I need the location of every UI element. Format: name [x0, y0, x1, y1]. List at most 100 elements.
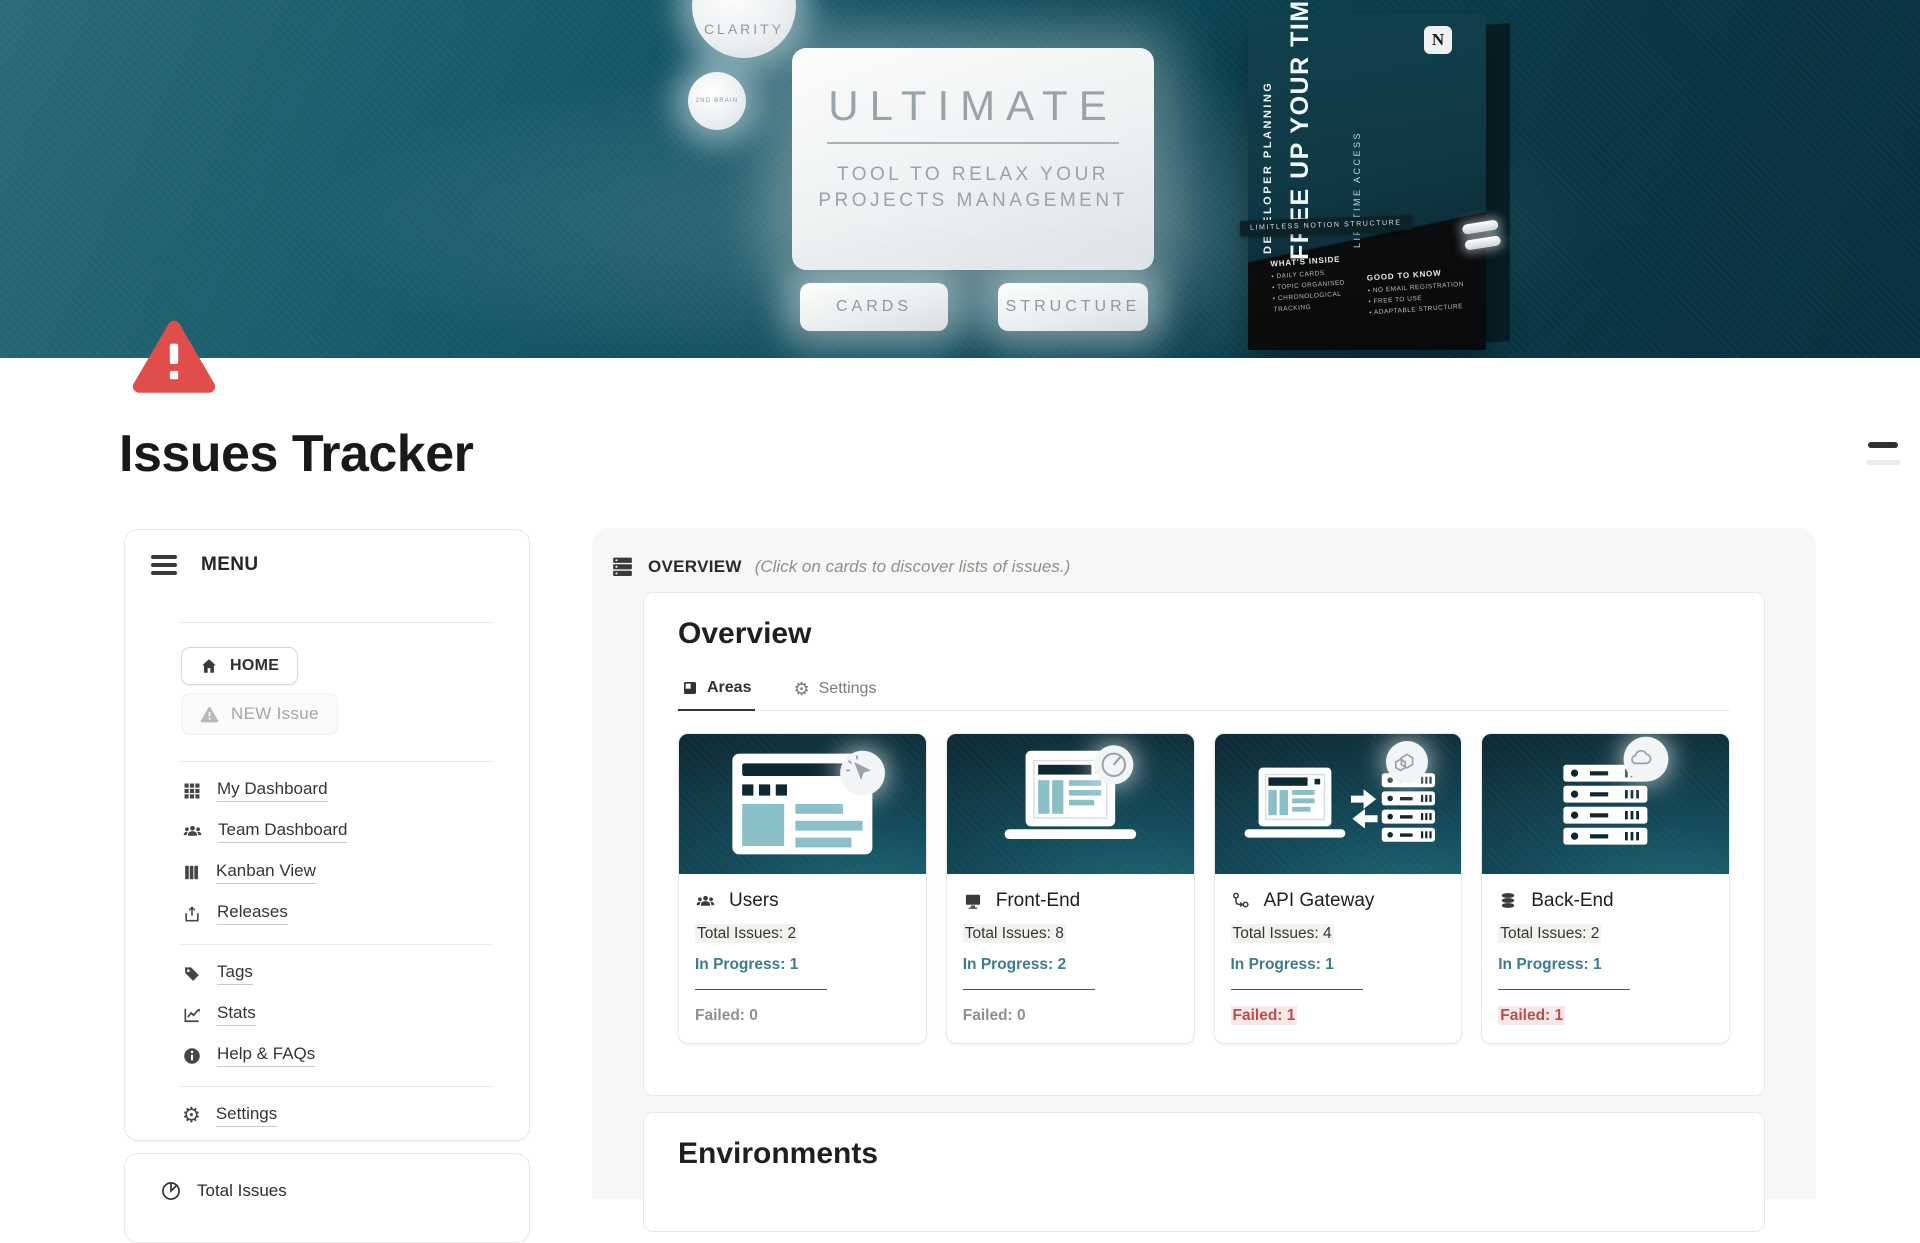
gear-icon: ⚙	[182, 1105, 201, 1126]
second-brain-bubble: 2ND BRAIN	[688, 72, 746, 130]
tab-areas-label: Areas	[707, 679, 751, 697]
server-list-icon	[610, 554, 635, 579]
total-issues-stat: Total Issues: 8	[963, 924, 1066, 943]
hero-subtitle-line1: TOOL TO RELAX YOUR	[792, 162, 1154, 188]
grid-icon	[182, 781, 202, 801]
hero-title: ULTIMATE	[792, 82, 1154, 130]
box-whats-inside-list: WHAT'S INSIDE DAILY CARDS TOPIC ORGANISE…	[1270, 253, 1374, 316]
sidebar-item-settings[interactable]: ⚙ Settings	[125, 1095, 529, 1136]
overview-title: Overview	[678, 617, 1730, 651]
share-up-icon	[182, 904, 202, 924]
tab-areas[interactable]: Areas	[678, 679, 755, 711]
area-card-name: Front-End	[996, 890, 1080, 912]
api-gateway-illustration	[1215, 734, 1462, 874]
sidebar-item-my-dashboard[interactable]: My Dashboard	[125, 770, 529, 811]
clarity-bubble: CLARITY	[692, 0, 796, 58]
warning-icon	[200, 705, 219, 724]
failed-stat: Failed: 1	[1231, 1006, 1298, 1025]
box-pills	[1462, 219, 1503, 256]
tag-icon	[182, 964, 202, 984]
product-box-side	[1484, 23, 1510, 343]
sidebar-item-kanban-view[interactable]: Kanban View	[125, 852, 529, 893]
collapse-handle[interactable]	[1868, 442, 1898, 448]
section-note: (Click on cards to discover lists of iss…	[755, 557, 1071, 577]
divider	[180, 944, 494, 945]
product-box: N DEVELOPER PLANNING FREE UP YOUR TIME L…	[1248, 14, 1510, 354]
home-button[interactable]: HOME	[181, 647, 298, 685]
total-issues-label: Total Issues	[197, 1181, 287, 1201]
product-box-front: N DEVELOPER PLANNING FREE UP YOUR TIME L…	[1248, 14, 1486, 350]
area-card-back-end[interactable]: Back-End Total Issues: 2 In Progress: 1 …	[1481, 733, 1730, 1044]
sidebar-item-label: Settings	[216, 1104, 277, 1127]
menu-title: MENU	[201, 554, 259, 576]
team-icon	[182, 821, 203, 842]
clarity-bubble-label: CLARITY	[704, 21, 784, 37]
page-warning-icon	[128, 316, 220, 396]
hero-structure-button: STRUCTURE	[998, 283, 1148, 331]
failed-stat: Failed: 0	[963, 1007, 1178, 1025]
new-issue-button-label: NEW Issue	[231, 704, 319, 724]
hero-divider	[827, 142, 1119, 144]
divider	[180, 761, 494, 762]
divider	[180, 1086, 494, 1087]
sidebar-item-label: Releases	[217, 902, 288, 925]
users-illustration	[679, 734, 926, 874]
users-icon	[695, 891, 716, 912]
failed-stat: Failed: 0	[695, 1007, 910, 1025]
home-button-label: HOME	[230, 657, 279, 675]
total-issues-stat: Total Issues: 4	[1231, 924, 1334, 943]
stat-divider	[695, 989, 827, 990]
front-end-illustration	[947, 734, 1194, 874]
kanban-icon	[182, 863, 201, 882]
cover-banner: CLARITY 2ND BRAIN ULTIMATE TOOL TO RELAX…	[0, 0, 1920, 358]
monitor-icon	[963, 891, 983, 911]
area-card-front-end[interactable]: Front-End Total Issues: 8 In Progress: 2…	[946, 733, 1195, 1044]
main-panel: OVERVIEW (Click on cards to discover lis…	[592, 528, 1816, 1199]
sidebar-item-releases[interactable]: Releases	[125, 893, 529, 934]
sidebar-item-help-faqs[interactable]: Help & FAQs	[125, 1035, 529, 1076]
environments-title: Environments	[678, 1137, 1730, 1171]
in-progress-stat: In Progress: 1	[695, 956, 910, 974]
info-icon	[182, 1046, 202, 1066]
area-card-name: API Gateway	[1264, 890, 1375, 912]
gear-icon: ⚙	[793, 680, 809, 698]
area-card-users[interactable]: Users Total Issues: 2 In Progress: 1 Fai…	[678, 733, 927, 1044]
hero-cards-button: CARDS	[800, 283, 948, 331]
area-card-name: Back-End	[1531, 890, 1613, 912]
hero-card: ULTIMATE TOOL TO RELAX YOUR PROJECTS MAN…	[792, 48, 1154, 270]
api-flow-icon	[1231, 891, 1251, 911]
tab-settings[interactable]: ⚙ Settings	[789, 680, 880, 710]
sidebar-item-label: Kanban View	[216, 861, 316, 884]
notion-logo: N	[1424, 26, 1452, 54]
page-title: Issues Tracker	[119, 424, 473, 484]
sidebar-item-stats[interactable]: Stats	[125, 994, 529, 1035]
total-issues-card[interactable]: Total Issues	[124, 1153, 530, 1243]
stat-divider	[1498, 989, 1630, 990]
stat-divider	[963, 989, 1095, 990]
sidebar-item-label: Stats	[217, 1003, 256, 1026]
home-icon	[200, 657, 218, 675]
database-icon	[1498, 891, 1518, 911]
stats-icon	[182, 1005, 202, 1025]
area-cards-grid: Users Total Issues: 2 In Progress: 1 Fai…	[678, 733, 1730, 1044]
menu-card: MENU HOME NEW Issue My Dashboard Team Da…	[124, 529, 530, 1141]
sidebar-item-tags[interactable]: Tags	[125, 953, 529, 994]
areas-icon	[682, 680, 698, 696]
sidebar-item-label: Help & FAQs	[217, 1044, 315, 1067]
sidebar-item-team-dashboard[interactable]: Team Dashboard	[125, 811, 529, 852]
in-progress-stat: In Progress: 2	[963, 956, 1178, 974]
overview-tabs: Areas ⚙ Settings	[678, 679, 1730, 711]
area-card-api-gateway[interactable]: API Gateway Total Issues: 4 In Progress:…	[1214, 733, 1463, 1044]
second-brain-bubble-label: 2ND BRAIN	[696, 98, 739, 104]
total-issues-stat: Total Issues: 2	[1498, 924, 1601, 943]
box-good-to-know-list: GOOD TO KNOW NO EMAIL REGISTRATION FREE …	[1367, 266, 1474, 318]
back-end-illustration	[1482, 734, 1729, 874]
hamburger-icon[interactable]	[151, 555, 177, 575]
area-card-name: Users	[729, 890, 779, 912]
hero-subtitle-line2: PROJECTS MANAGEMENT	[792, 188, 1154, 214]
in-progress-stat: In Progress: 1	[1498, 956, 1713, 974]
tab-settings-label: Settings	[819, 680, 877, 698]
section-label: OVERVIEW	[648, 557, 742, 577]
new-issue-button[interactable]: NEW Issue	[181, 693, 338, 735]
stat-divider	[1231, 989, 1363, 990]
